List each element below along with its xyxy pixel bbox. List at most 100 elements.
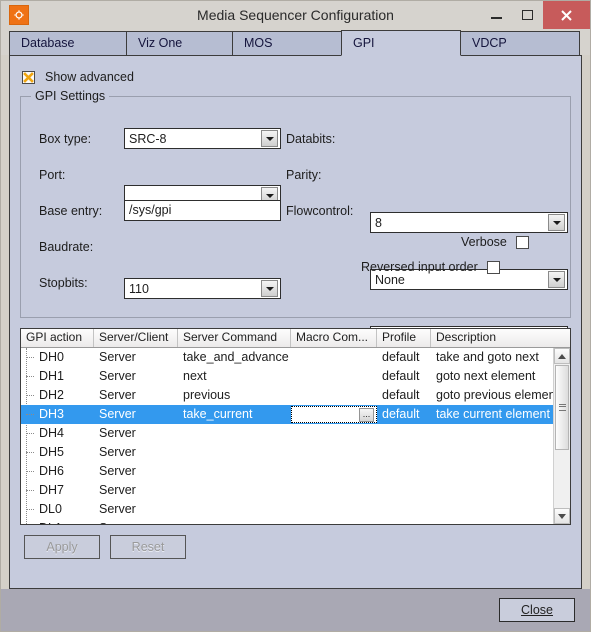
gpi-actions-table: GPI action Server/Client Server Command … [20,328,571,525]
cell-server-client: Server [99,350,136,364]
tab-database[interactable]: Database [9,31,127,55]
tab-gpi[interactable]: GPI [341,30,461,56]
box-type-combo[interactable]: SRC-8 [124,128,281,149]
window-close-button[interactable] [543,1,590,29]
column-header-profile[interactable]: Profile [377,329,431,347]
cell-gpi-action: DH2 [39,388,65,402]
reversed-input-order-label: Reversed input order [361,260,478,274]
table-row[interactable]: DH6 Server [21,462,570,481]
cell-server-command: previous [183,388,231,402]
table-row[interactable]: DH2 Server previous default goto previou… [21,386,570,405]
cell-server-command: take_and_advance [183,350,289,364]
column-header-description[interactable]: Description [431,329,566,347]
scroll-down-button[interactable] [554,508,570,524]
cell-gpi-action: DL1 [39,521,62,524]
table-row-selected[interactable]: DH3 Server take_current default take cur… [21,405,570,424]
table-header-row: GPI action Server/Client Server Command … [21,329,570,348]
show-advanced-checkbox[interactable] [22,70,35,84]
parity-value: None [375,272,405,287]
table-row[interactable]: DL1 Server [21,519,570,524]
cell-server-command: next [183,369,207,383]
cell-gpi-action: DH5 [39,445,65,459]
maximize-button[interactable] [512,1,543,29]
cell-description: goto previous element [436,388,559,402]
gpi-tab-panel: Show advanced GPI Settings Box type: SRC… [9,55,582,589]
window: Media Sequencer Configuration Database V… [0,0,591,632]
close-button[interactable]: Close [499,598,575,622]
cell-server-command: take_current [183,407,253,421]
title-bar: Media Sequencer Configuration [1,1,590,29]
cell-server-client: Server [99,426,136,440]
tab-vdcp[interactable]: VDCP [460,31,580,55]
cell-server-client: Server [99,464,136,478]
baudrate-label: Baudrate: [39,240,94,254]
cell-server-client: Server [99,369,136,383]
table-row[interactable]: DH4 Server [21,424,570,443]
browse-button[interactable]: ... [359,407,374,422]
cell-description: goto next element [436,369,536,383]
chevron-down-icon[interactable] [261,280,278,297]
stopbits-label: Stopbits: [39,276,88,290]
table-row[interactable]: DH5 Server [21,443,570,462]
databits-combo[interactable]: 8 [370,212,568,233]
chevron-down-icon[interactable] [548,271,565,288]
reversed-input-order-row[interactable]: Reversed input order [361,260,500,274]
verbose-row[interactable]: Verbose [461,235,529,249]
minimize-icon [491,17,502,19]
cell-profile: default [382,369,420,383]
table-row[interactable]: DH0 Server take_and_advance default take… [21,348,570,367]
reset-button[interactable]: Reset [110,535,186,559]
show-advanced-label: Show advanced [45,70,134,84]
cell-server-client: Server [99,483,136,497]
cell-gpi-action: DH1 [39,369,65,383]
column-header-server-client[interactable]: Server/Client [94,329,178,347]
column-header-macro-command[interactable]: Macro Com... [291,329,377,347]
minimize-button[interactable] [481,1,512,29]
gpi-settings-legend: GPI Settings [31,89,110,103]
window-controls [481,1,590,29]
tab-strip: Database Viz One MOS GPI VDCP [1,29,590,56]
chevron-down-icon[interactable] [261,130,278,147]
apply-button[interactable]: Apply [24,535,100,559]
reversed-input-order-checkbox[interactable] [486,260,500,274]
cell-description: take and goto next [436,350,539,364]
scroll-up-button[interactable] [554,348,570,364]
tab-viz-one[interactable]: Viz One [126,31,233,55]
base-entry-input[interactable]: /sys/gpi [124,200,281,221]
verbose-checkbox[interactable] [515,235,529,249]
app-icon [9,5,29,25]
cell-gpi-action: DH6 [39,464,65,478]
check-x-icon [23,71,34,83]
parity-label: Parity: [286,168,322,182]
box-type-label: Box type: [39,132,92,146]
table-vertical-scrollbar[interactable] [553,348,570,524]
cell-profile: default [382,407,420,421]
maximize-icon [522,10,533,20]
table-row[interactable]: DH1 Server next default goto next elemen… [21,367,570,386]
cell-gpi-action: DH4 [39,426,65,440]
baudrate-value: 110 [129,281,149,296]
cell-profile: default [382,388,420,402]
cell-description: take current element [436,407,550,421]
close-button-label: Close [521,603,553,617]
cell-server-client: Server [94,519,178,524]
cell-server-client: Server [99,407,136,421]
baudrate-combo[interactable]: 110 [124,278,281,299]
chevron-down-icon[interactable] [548,214,565,231]
databits-label: Databits: [286,132,336,146]
dialog-footer: Close [1,589,590,631]
cell-gpi-action: DH3 [39,407,65,421]
show-advanced-row[interactable]: Show advanced [22,70,581,84]
table-row[interactable]: DL0 Server [21,500,570,519]
flowcontrol-label: Flowcontrol: [286,204,354,218]
cell-gpi-action: DH7 [39,483,65,497]
scrollbar-thumb[interactable] [555,365,569,450]
box-type-value: SRC-8 [129,131,167,146]
column-header-gpi-action[interactable]: GPI action [21,329,94,347]
table-row[interactable]: DH7 Server [21,481,570,500]
gpi-settings-group: GPI Settings Box type: SRC-8 Port: Base … [20,89,571,356]
column-header-server-command[interactable]: Server Command [178,329,291,347]
macro-command-editor[interactable]: ... [291,406,377,423]
tab-mos[interactable]: MOS [232,31,342,55]
verbose-label: Verbose [461,235,507,249]
